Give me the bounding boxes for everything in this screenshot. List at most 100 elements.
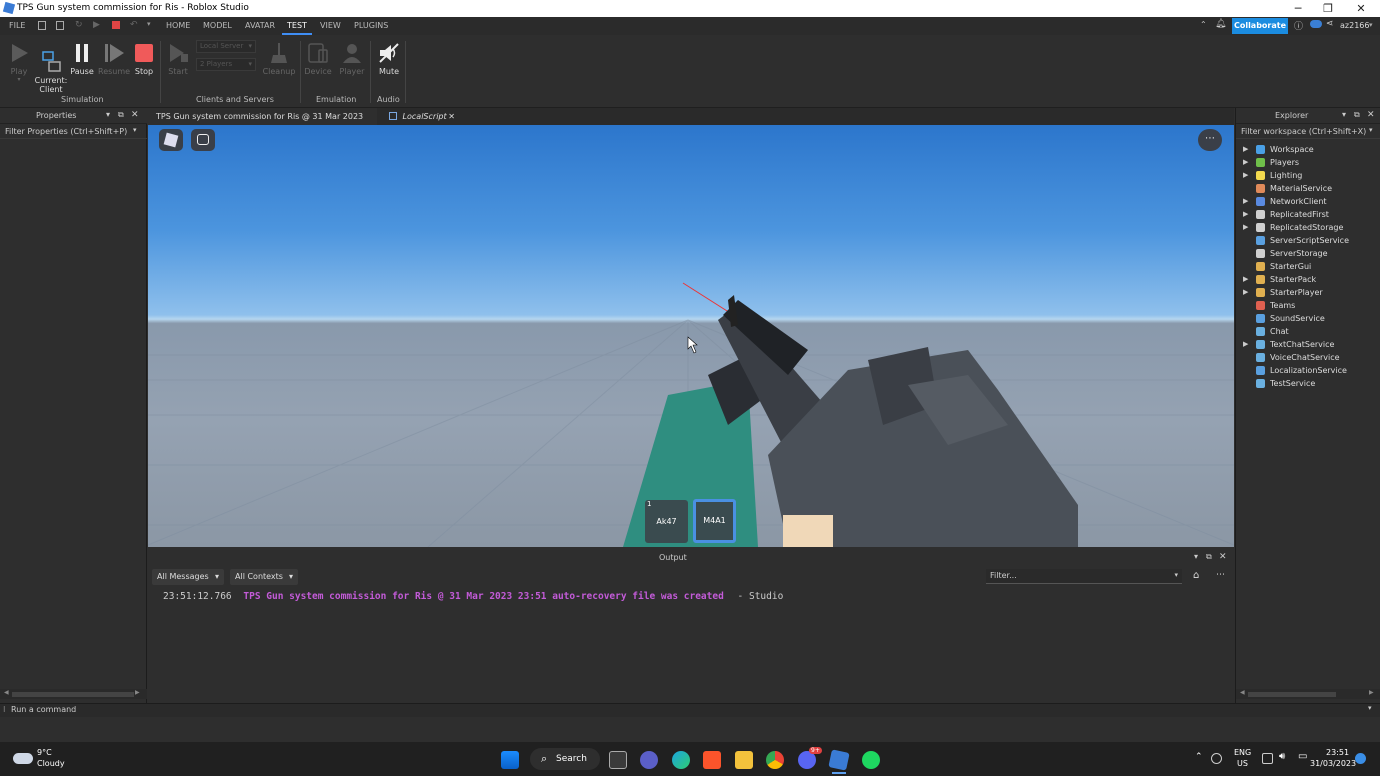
tab-view[interactable]: VIEW xyxy=(320,21,341,30)
scroll-left-icon[interactable]: ◀ xyxy=(1240,689,1245,696)
undock-icon[interactable]: ⧉ xyxy=(1206,552,1212,562)
close-pane-icon[interactable]: ✕ xyxy=(1367,110,1375,120)
network-monitor-icon[interactable] xyxy=(1262,753,1273,764)
explorer-item[interactable]: StarterGui xyxy=(1236,260,1380,273)
menu-file[interactable]: FILE xyxy=(9,21,25,30)
server-type-select[interactable]: Local Server ▾ xyxy=(196,40,256,53)
show-hidden-icons-chevron-icon[interactable]: ⌃ xyxy=(1195,752,1203,762)
chevron-down-icon[interactable]: ▾ xyxy=(1174,571,1178,579)
explorer-item[interactable]: ▶ StarterPack xyxy=(1236,273,1380,286)
collaborate-button[interactable]: Collaborate xyxy=(1232,18,1288,34)
undo-icon[interactable]: ↶ xyxy=(130,20,138,30)
collapse-ribbon-icon[interactable]: ⌃ xyxy=(1200,20,1207,29)
expand-arrow-icon[interactable]: ▶ xyxy=(1243,171,1248,179)
weather-temp[interactable]: 9°C xyxy=(37,748,52,757)
explorer-item[interactable]: TestService xyxy=(1236,377,1380,390)
tab-home[interactable]: HOME xyxy=(166,21,190,30)
expand-arrow-icon[interactable]: ▶ xyxy=(1243,145,1248,153)
hotbar-slot-1[interactable]: 1 Ak47 xyxy=(645,500,688,543)
explorer-item[interactable]: VoiceChatService xyxy=(1236,351,1380,364)
output-filter-input[interactable]: Filter... ▾ xyxy=(986,569,1182,584)
explorer-item[interactable]: ▶ Lighting xyxy=(1236,169,1380,182)
help-icon[interactable]: ⓘ xyxy=(1294,19,1303,32)
play-button[interactable]: Play ▾ xyxy=(6,41,32,83)
scrollbar-thumb[interactable] xyxy=(1248,692,1336,697)
output-more-icon[interactable]: ⋯ xyxy=(1216,570,1225,580)
expand-arrow-icon[interactable]: ▶ xyxy=(1243,340,1248,348)
properties-filter-input[interactable]: Filter Properties (Ctrl+Shift+P) ▾ xyxy=(0,126,147,139)
taskbar-search-button[interactable]: ⌕ Search xyxy=(530,748,600,770)
weather-desc[interactable]: Cloudy xyxy=(37,759,65,768)
expand-arrow-icon[interactable]: ▶ xyxy=(1243,197,1248,205)
player-button[interactable]: Player xyxy=(337,41,367,76)
explorer-item[interactable]: Chat xyxy=(1236,325,1380,338)
resume-button[interactable]: Resume xyxy=(98,41,130,76)
current-client-button[interactable]: Current: Client xyxy=(34,41,68,103)
clock-date[interactable]: 31/03/2023 xyxy=(1310,759,1356,768)
input-region[interactable]: US xyxy=(1237,759,1248,768)
expand-arrow-icon[interactable]: ▶ xyxy=(1243,210,1248,218)
expand-arrow-icon[interactable]: ▶ xyxy=(1243,275,1248,283)
roblox-menu-button[interactable] xyxy=(159,129,183,151)
hotbar-slot-2[interactable]: M4A1 xyxy=(693,499,736,543)
properties-horizontal-scrollbar[interactable]: ◀ ▶ xyxy=(0,689,147,699)
play-small-icon[interactable]: ▶ xyxy=(93,20,100,30)
scroll-right-icon[interactable]: ▶ xyxy=(1369,689,1374,696)
close-button[interactable]: ✕ xyxy=(1351,2,1371,15)
explorer-item[interactable]: ▶ Workspace xyxy=(1236,143,1380,156)
explorer-item[interactable]: ▶ Players xyxy=(1236,156,1380,169)
explorer-item[interactable]: ▶ ReplicatedFirst xyxy=(1236,208,1380,221)
player-count-select[interactable]: 2 Players ▾ xyxy=(196,58,256,71)
explorer-item[interactable]: ▶ NetworkClient xyxy=(1236,195,1380,208)
clock-time[interactable]: 23:51 xyxy=(1326,748,1349,757)
new-file-icon[interactable] xyxy=(38,21,46,30)
explorer-item[interactable]: LocalizationService xyxy=(1236,364,1380,377)
pause-button[interactable]: Pause xyxy=(69,41,95,76)
stop-button[interactable]: Stop xyxy=(132,41,156,76)
notification-center-icon[interactable] xyxy=(1355,753,1366,764)
chevron-down-icon[interactable]: ▾ xyxy=(133,126,137,134)
minimize-button[interactable]: ─ xyxy=(1288,2,1308,15)
stop-small-icon[interactable] xyxy=(112,21,120,29)
tab-test[interactable]: TEST xyxy=(287,21,307,30)
tab-localscript[interactable]: LocalScript ✕ xyxy=(381,108,461,125)
close-pane-icon[interactable]: ✕ xyxy=(131,110,139,120)
cloud-icon[interactable] xyxy=(1310,20,1322,28)
pane-menu-icon[interactable]: ▾ xyxy=(1342,110,1346,119)
tab-plugins[interactable]: PLUGINS xyxy=(354,21,388,30)
chat-toggle-button[interactable] xyxy=(191,129,215,151)
pane-menu-icon[interactable]: ▾ xyxy=(1194,552,1198,561)
explorer-item[interactable]: ▶ ReplicatedStorage xyxy=(1236,221,1380,234)
open-file-icon[interactable] xyxy=(56,21,64,30)
expand-arrow-icon[interactable]: ▶ xyxy=(1243,158,1248,166)
explorer-item[interactable]: SoundService xyxy=(1236,312,1380,325)
more-options-button[interactable]: ⋯ xyxy=(1198,129,1222,151)
chevron-down-icon[interactable]: ▾ xyxy=(1368,704,1372,712)
cloudy-weather-icon[interactable] xyxy=(13,753,33,764)
clear-output-broom-icon[interactable]: ⌂ xyxy=(1193,570,1199,581)
user-name[interactable]: az2166 xyxy=(1340,21,1369,30)
maximize-button[interactable]: ❐ xyxy=(1318,2,1338,15)
spotify-icon[interactable] xyxy=(862,751,880,769)
explorer-item[interactable]: ▶ TextChatService xyxy=(1236,338,1380,351)
task-view-icon[interactable] xyxy=(609,751,627,769)
tab-model[interactable]: MODEL xyxy=(203,21,232,30)
pane-menu-icon[interactable]: ▾ xyxy=(106,110,110,119)
close-tab-icon[interactable]: ✕ xyxy=(448,108,455,125)
battery-icon[interactable]: ▭ xyxy=(1298,751,1307,762)
scroll-right-icon[interactable]: ▶ xyxy=(135,689,140,696)
command-bar[interactable]: ⁝ Run a command ▾ xyxy=(0,703,1380,717)
brave-browser-icon[interactable] xyxy=(703,751,721,769)
roblox-studio-taskbar-icon[interactable] xyxy=(828,749,850,771)
windows-start-icon[interactable] xyxy=(501,751,519,769)
game-viewport[interactable]: ⋯ 1 Ak47 M4A1 xyxy=(148,125,1234,547)
undock-icon[interactable]: ⧉ xyxy=(1354,110,1360,120)
expand-arrow-icon[interactable]: ▶ xyxy=(1243,223,1248,231)
chevron-down-icon[interactable]: ▾ xyxy=(1369,126,1373,134)
file-explorer-icon[interactable] xyxy=(735,751,753,769)
undock-icon[interactable]: ⧉ xyxy=(118,110,124,120)
user-dropdown-icon[interactable]: ▾ xyxy=(1369,21,1373,29)
tab-place[interactable]: TPS Gun system commission for Ris @ 31 M… xyxy=(148,108,377,138)
explorer-horizontal-scrollbar[interactable]: ◀ ▶ xyxy=(1236,689,1380,699)
device-button[interactable]: Device xyxy=(303,41,333,76)
